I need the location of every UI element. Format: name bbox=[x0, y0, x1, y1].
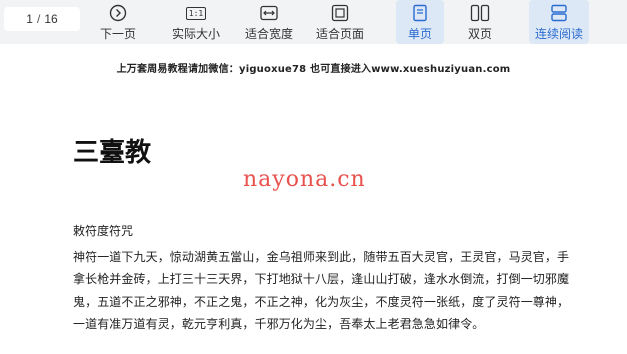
fit-page-label: 适合页面 bbox=[315, 27, 364, 41]
page-indicator[interactable]: 1/16 bbox=[4, 7, 80, 31]
continuous-read-label: 连续阅读 bbox=[534, 27, 583, 41]
body-line: 鬼，五道不正之邪神，不正之鬼，不正之神，化为灰尘，不度灵符一张纸，度了灵符一尊神… bbox=[73, 295, 570, 309]
document-header-note: 上万套周易教程请加微信：yiguoxue78 也可直接进入www.xueshuz… bbox=[116, 64, 511, 75]
double-page-button[interactable]: 双页 bbox=[458, 0, 502, 44]
single-page-label: 单页 bbox=[407, 27, 432, 41]
toolbar: 1/16 下一页 1:1 实际大小 适合宽度 适合页面 单页 双页 连续阅读 bbox=[0, 0, 627, 44]
body-line: 拿长枪并金砖，上打三十三天界，下打地狱十八层，逢山山打破，逢水水倒流，打倒一切邪… bbox=[73, 272, 570, 286]
actual-size-label: 实际大小 bbox=[171, 27, 220, 41]
fit-width-icon bbox=[260, 2, 278, 24]
fit-width-button[interactable]: 适合宽度 bbox=[243, 0, 295, 44]
next-page-button[interactable]: 下一页 bbox=[98, 0, 138, 44]
continuous-read-icon bbox=[550, 2, 568, 24]
double-page-label: 双页 bbox=[467, 27, 492, 41]
document-title: 三臺教 bbox=[73, 138, 152, 168]
body-line: 一道有准万道有灵，乾元亨利真，千邪万化为尘，吾奉太上老君急急如律令。 bbox=[73, 317, 485, 331]
watermark: nayona.cn bbox=[243, 167, 366, 192]
total-pages: 16 bbox=[44, 12, 58, 26]
continuous-read-button[interactable]: 连续阅读 bbox=[529, 0, 589, 44]
section-heading: 敕符度符咒 bbox=[73, 224, 134, 238]
current-page[interactable]: 1 bbox=[26, 12, 33, 26]
next-page-icon bbox=[109, 2, 127, 24]
single-page-button[interactable]: 单页 bbox=[396, 0, 444, 44]
actual-size-icon: 1:1 bbox=[185, 2, 207, 24]
fit-width-label: 适合宽度 bbox=[244, 27, 293, 41]
fit-page-icon bbox=[331, 2, 349, 24]
single-page-icon bbox=[412, 2, 428, 24]
fit-page-button[interactable]: 适合页面 bbox=[314, 0, 366, 44]
double-page-icon bbox=[470, 2, 490, 24]
actual-size-button[interactable]: 1:1 实际大小 bbox=[170, 0, 222, 44]
body-line: 神符一道下九天，惊动湖黄五當山，金乌祖师来到此，随带五百大灵官，王灵官，马灵官，… bbox=[73, 250, 570, 264]
next-page-label: 下一页 bbox=[99, 27, 136, 41]
